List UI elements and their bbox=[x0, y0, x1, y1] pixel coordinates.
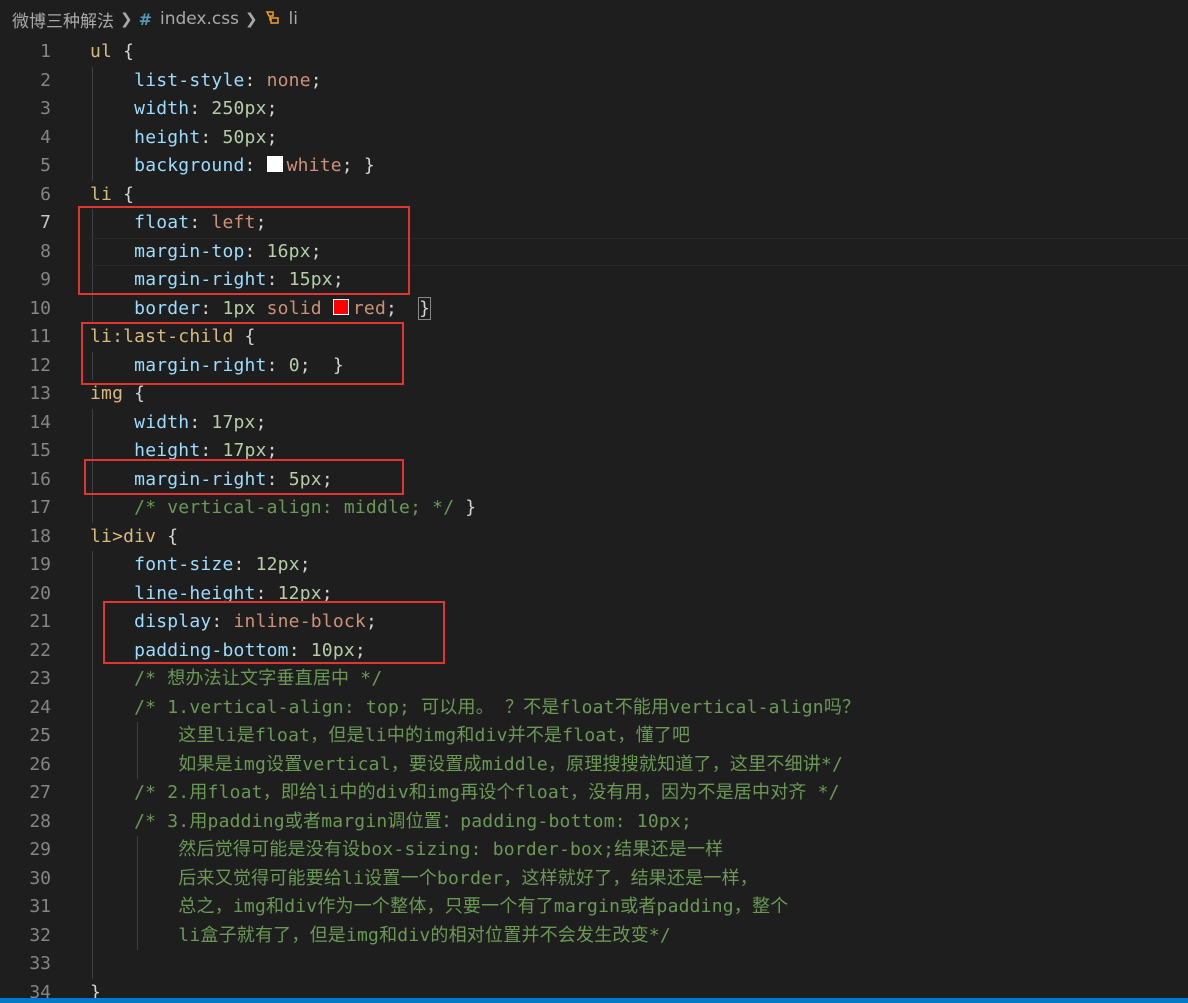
line-number: 26 bbox=[29, 753, 51, 775]
line-number: 11 bbox=[29, 326, 51, 347]
line-number: 29 bbox=[29, 839, 51, 860]
line-number: 12 bbox=[29, 354, 51, 376]
line-number: 31 bbox=[29, 896, 51, 917]
line-number: 33 bbox=[29, 953, 51, 974]
line-number: 14 bbox=[29, 411, 51, 433]
code-line[interactable]: width: 250px; bbox=[90, 95, 278, 124]
color-swatch-white[interactable] bbox=[266, 156, 283, 172]
chevron-right-icon: ❯ bbox=[120, 10, 133, 28]
line-number: 5 bbox=[40, 155, 51, 176]
code-line[interactable]: width: 17px; bbox=[90, 409, 267, 438]
code-line[interactable]: 总之，img和div作为一个整体，只要一个有了margin或者padding，整… bbox=[90, 893, 788, 922]
line-number: 22 bbox=[29, 639, 51, 661]
code-line[interactable]: /* vertical-align: middle; */ } bbox=[90, 494, 476, 523]
code-line[interactable]: font-size: 12px; bbox=[90, 551, 311, 580]
code-line[interactable]: list-style: none; bbox=[90, 67, 322, 96]
code-line[interactable]: ul { bbox=[90, 38, 134, 67]
breadcrumb-symbol[interactable]: li bbox=[289, 9, 298, 29]
line-number: 9 bbox=[40, 269, 51, 290]
line-number: 15 bbox=[29, 440, 51, 461]
code-editor[interactable]: 1 2 3 4 5 6 7 8 9 10 11 12 13 14 15 16 17 18 19 20 21 22 23 24 2… bbox=[0, 38, 1188, 1003]
code-line[interactable]: height: 50px; bbox=[90, 124, 278, 153]
line-number: 2 bbox=[40, 69, 51, 91]
line-number: 24 bbox=[29, 696, 51, 718]
code-line[interactable]: 如果是img设置vertical，要设置成middle，原理搜搜就知道了，这里不… bbox=[90, 751, 843, 780]
line-number: 25 bbox=[29, 725, 51, 746]
annotation-box-last-child bbox=[81, 322, 404, 385]
line-number: 21 bbox=[29, 611, 51, 632]
line-number: 18 bbox=[29, 525, 51, 547]
line-number: 4 bbox=[40, 126, 51, 148]
annotation-box-div-display bbox=[103, 601, 445, 664]
code-line[interactable]: background: white; } bbox=[90, 152, 375, 181]
line-number: 27 bbox=[29, 782, 51, 803]
matching-bracket: } bbox=[418, 296, 432, 320]
line-number: 28 bbox=[29, 810, 51, 832]
code-line[interactable]: /* 2.用float，即给li中的div和img再设个float，没有用，因为… bbox=[90, 779, 840, 808]
line-number: 13 bbox=[29, 383, 51, 404]
code-line[interactable]: /* 1.vertical-align: top; 可以用。 ？不是float不… bbox=[90, 694, 860, 723]
line-number: 16 bbox=[29, 468, 51, 490]
css-selector-icon bbox=[264, 9, 281, 30]
code-line[interactable]: li { bbox=[90, 181, 134, 210]
color-swatch-red[interactable] bbox=[332, 298, 349, 315]
code-line[interactable]: border: 1px solid red; } bbox=[90, 295, 432, 324]
line-number: 19 bbox=[29, 554, 51, 575]
line-number: 30 bbox=[29, 867, 51, 889]
code-line[interactable]: 后来又觉得可能要给li设置一个border，这样就好了，结果还是一样， bbox=[90, 865, 758, 894]
line-number: 7 bbox=[40, 212, 51, 233]
status-bar-edge bbox=[0, 998, 1188, 1003]
line-number: 17 bbox=[29, 497, 51, 518]
code-line[interactable]: /* 想办法让文字垂直居中 */ bbox=[90, 665, 382, 694]
line-number: 23 bbox=[29, 668, 51, 689]
code-line[interactable]: 这里li是float，但是li中的img和div并不是float，懂了吧 bbox=[90, 722, 690, 751]
code-line[interactable]: li盒子就有了，但是img和div的相对位置并不会发生改变*/ bbox=[90, 922, 671, 951]
code-line[interactable]: li>div { bbox=[90, 523, 178, 552]
annotation-box-li-float bbox=[78, 206, 410, 295]
line-number: 10 bbox=[29, 297, 51, 319]
line-number: 8 bbox=[40, 240, 51, 262]
chevron-right-icon: ❯ bbox=[244, 10, 258, 28]
breadcrumb-file[interactable]: index.css bbox=[160, 9, 239, 29]
line-number: 1 bbox=[40, 41, 51, 62]
line-number: 3 bbox=[40, 98, 51, 119]
hash-icon: # bbox=[138, 9, 152, 29]
line-number: 6 bbox=[40, 183, 51, 205]
code-line[interactable]: 然后觉得可能是没有设box-sizing: border-box;结果还是一样 bbox=[90, 836, 723, 865]
line-number: 20 bbox=[29, 582, 51, 604]
breadcrumb-folder[interactable]: 微博三种解法 bbox=[12, 7, 114, 32]
annotation-box-img-margin bbox=[84, 459, 404, 495]
code-line[interactable]: /* 3.用padding或者margin调位置：padding-bottom:… bbox=[90, 808, 692, 837]
line-number: 32 bbox=[29, 924, 51, 946]
breadcrumb: 微博三种解法 ❯ # index.css ❯ li bbox=[0, 0, 1188, 38]
